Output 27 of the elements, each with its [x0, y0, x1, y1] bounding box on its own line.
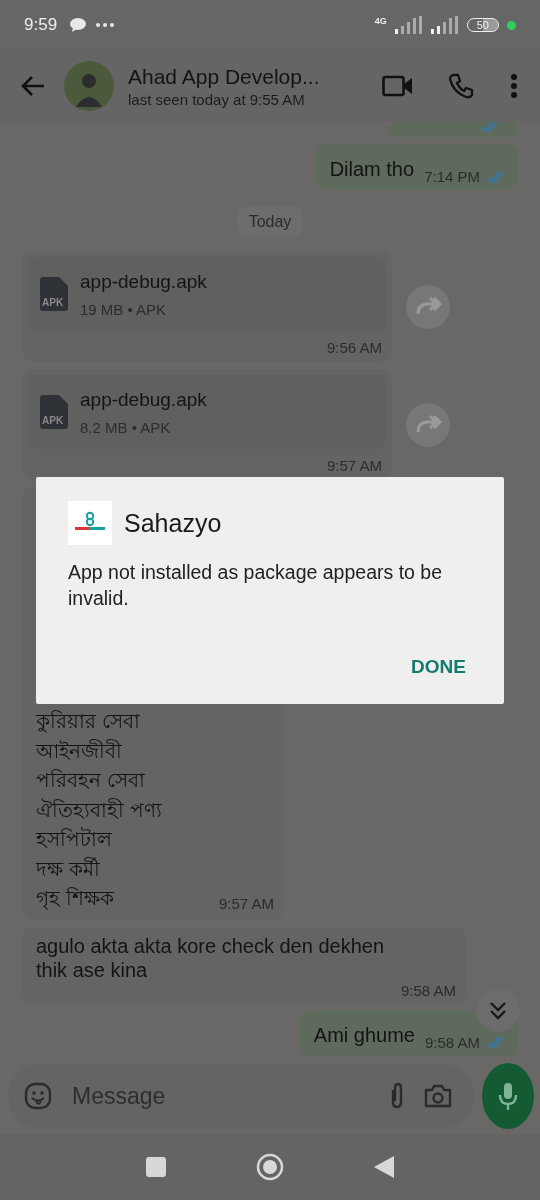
- message-line: দক্ষ কর্মী: [36, 856, 100, 882]
- message-line: হসপিটাল: [36, 826, 112, 852]
- message-time: 9:57 AM: [325, 456, 383, 474]
- clock-time: 9:59: [24, 15, 58, 35]
- dialog-message: App not installed as package appears to be invalid.: [68, 560, 443, 611]
- message-line: পরিবহন সেবা: [36, 768, 145, 793]
- message-line: আইনজীবী: [36, 738, 122, 764]
- message-line: ঐতিহ্যবাহী পণ্য: [36, 797, 162, 823]
- file-name: app-debug.apk: [80, 270, 207, 293]
- message-time: 7:14 PM: [424, 168, 480, 185]
- message-text: Dilam tho: [329, 158, 415, 182]
- message-time: 9:57 AM: [218, 894, 274, 914]
- message-line: গৃহ শিক্ষক: [36, 886, 114, 912]
- file-type-label: APK: [42, 415, 64, 426]
- message-text: Ami ghume: [313, 1023, 415, 1048]
- network-type: 4G: [374, 16, 387, 26]
- message-time: 9:58 AM: [424, 1033, 480, 1051]
- message-text: agulo akta akta kore check den dekhen thik ase kina: [36, 933, 386, 982]
- battery-level: 50: [466, 18, 499, 32]
- dialog-title: Sahazyo: [124, 508, 222, 538]
- file-name: app-debug.apk: [80, 388, 207, 411]
- message-time: 9:58 AM: [400, 981, 456, 999]
- date-divider: Today: [236, 207, 304, 237]
- last-seen-status: last seen today at 9:55 AM: [128, 90, 306, 108]
- file-type-label: APK: [42, 297, 64, 308]
- message-line: কুরিয়ার সেবা: [36, 709, 140, 735]
- message-time: 9:56 AM: [325, 338, 383, 356]
